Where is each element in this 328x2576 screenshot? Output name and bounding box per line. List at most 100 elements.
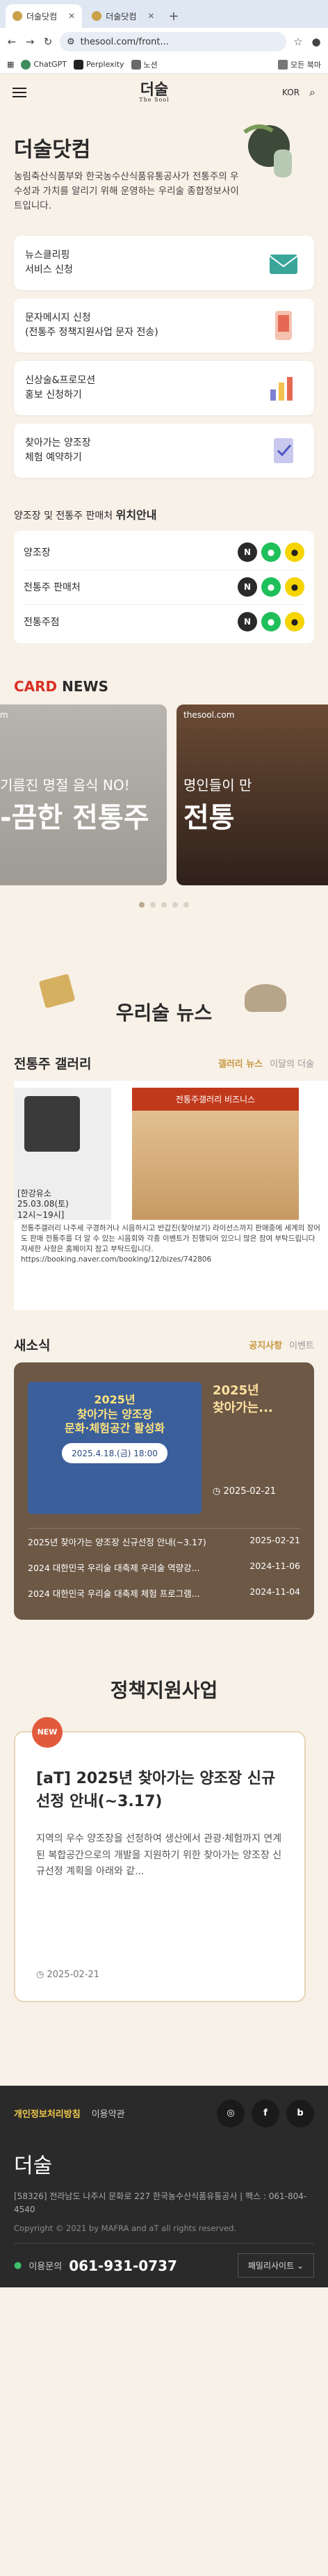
gallery-header: 전통주 갤러리 갤러리 뉴스 이달의 더술 bbox=[0, 1054, 328, 1072]
menu-promotion[interactable]: 신상술&프로모션 홍보 신청하기 bbox=[14, 360, 314, 415]
menu-icon[interactable] bbox=[13, 85, 26, 100]
cardnews-card[interactable]: thesool.com 명인들이 만 전통 bbox=[177, 704, 328, 885]
card-title: 전통 bbox=[183, 801, 235, 834]
notice-box: 2025년 찾아가는 양조장 문화·체험공간 활성화 2025.4.18.(금)… bbox=[14, 1362, 314, 1620]
address-bar-row: ← → ↻ ⚙ thesool.com/front... ☆ ● bbox=[0, 28, 328, 56]
bookmark-folder[interactable]: 모든 북마 bbox=[278, 59, 321, 70]
menu-label: 신상술&프로모션 홍보 신청하기 bbox=[25, 374, 96, 401]
card-subtitle: 기름진 명절 음식 NO! bbox=[0, 776, 130, 794]
naver-map-icon[interactable]: N bbox=[238, 542, 257, 562]
menu-news-clipping[interactable]: 뉴스클리핑 서비스 신청 bbox=[14, 235, 314, 290]
carousel-dot[interactable] bbox=[161, 901, 167, 908]
envelope-icon bbox=[264, 243, 303, 282]
tab-strip: 더술닷컴 ✕ 더술닷컴 ✕ + bbox=[0, 0, 328, 28]
close-tab-icon[interactable]: ✕ bbox=[68, 11, 75, 21]
bookmark-chatgpt[interactable]: ChatGPT bbox=[21, 59, 67, 70]
blog-icon[interactable]: b bbox=[286, 2099, 314, 2127]
bookmark-perplexity[interactable]: Perplexity bbox=[74, 59, 124, 70]
bookmark-label: Perplexity bbox=[86, 60, 124, 69]
reload-icon[interactable]: ↻ bbox=[42, 35, 54, 48]
instagram-icon[interactable]: ◎ bbox=[217, 2099, 245, 2127]
kakao-map-icon[interactable]: ● bbox=[261, 612, 281, 632]
google-map-icon[interactable]: ● bbox=[285, 542, 304, 562]
notice-item[interactable]: 2024 대한민국 우리술 대축제 체험 프로그램... 2024-11-04 bbox=[28, 1580, 300, 1606]
location-section-title: 양조장 및 전통주 판매처 위치안내 bbox=[14, 508, 157, 522]
notice-title: 새소식 bbox=[14, 1337, 51, 1353]
carousel-dot[interactable] bbox=[172, 901, 178, 908]
cardnews-title: CARD NEWS bbox=[14, 677, 108, 695]
folder-icon bbox=[278, 59, 288, 70]
location-row-shop: 전통주 판매처 N ● ● bbox=[24, 569, 304, 604]
close-tab-icon[interactable]: ✕ bbox=[147, 11, 154, 21]
language-select[interactable]: KOR bbox=[282, 88, 300, 97]
browser-tab-1[interactable]: 더술닷컴 ✕ bbox=[6, 4, 83, 28]
support-title: 정책지원사업 bbox=[110, 1678, 218, 1702]
bookmark-star-icon[interactable]: ☆ bbox=[292, 35, 304, 48]
support-card[interactable]: NEW [aT] 2025년 찾아가는 양조장 신규선정 안내(~3.17) 지… bbox=[14, 1716, 306, 2002]
bar-chart-icon bbox=[264, 369, 303, 408]
notice-item[interactable]: 2024 대한민국 우리술 대축제 우리술 역량강... 2024-11-06 bbox=[28, 1554, 300, 1580]
cardnews-card[interactable]: m 기름진 명절 음식 NO! -끔한 전통주 bbox=[0, 704, 167, 885]
browser-tab-2[interactable]: 더술닷컴 ✕ bbox=[85, 4, 161, 28]
book-deco-icon bbox=[38, 973, 76, 1008]
menu-sms-subscribe[interactable]: 문자메시지 신청 (전통주 정책지원사업 문자 전송) bbox=[14, 298, 314, 353]
news-section: 우리술 뉴스 bbox=[0, 908, 328, 1054]
carousel-dot[interactable] bbox=[183, 901, 189, 908]
privacy-link[interactable]: 개인정보처리방침 bbox=[14, 2109, 81, 2120]
search-icon[interactable]: ⌕ bbox=[309, 86, 315, 99]
location-label: 양조장 bbox=[24, 547, 51, 558]
carousel-dot[interactable] bbox=[139, 901, 145, 908]
notice-header: 새소식 공지사항 이벤트 bbox=[0, 1310, 328, 1362]
profile-icon[interactable]: ● bbox=[310, 35, 322, 48]
menu-label: 문자메시지 신청 (전통주 정책지원사업 문자 전송) bbox=[25, 312, 158, 338]
location-row-pub: 전통주점 N ● ● bbox=[24, 604, 304, 639]
facebook-icon[interactable]: f bbox=[252, 2099, 279, 2127]
carousel-dots bbox=[0, 901, 328, 908]
location-label: 전통주점 bbox=[24, 617, 60, 629]
hero-description: 농림축산식품부와 한국농수산식품유통공사가 전통주의 우수성과 가치를 알리기 … bbox=[14, 171, 239, 211]
menu-brewery-reserve[interactable]: 찾아가는 양조장 체험 예약하기 bbox=[14, 423, 314, 478]
poster-title: 2025년 찾아가는 양조장 문화·체험공간 활성화 bbox=[64, 1392, 165, 1435]
bookmark-label: 노션 bbox=[143, 60, 158, 70]
perplexity-icon bbox=[74, 59, 83, 70]
footer-logo: 더술 bbox=[14, 2153, 53, 2178]
new-tab-icon[interactable]: + bbox=[164, 9, 183, 28]
favicon-icon bbox=[92, 11, 102, 21]
gallery-text: 전통주갤러리 나주세 구경하거나 시음하시고 반갑진(찾아보기) 라이선스까지 … bbox=[21, 1223, 320, 1264]
tab-notice[interactable]: 공지사항 bbox=[249, 1338, 282, 1351]
bookmark-notion[interactable]: 노션 bbox=[131, 59, 158, 70]
gallery-banner: 전통주갤러리 비즈니스 bbox=[132, 1087, 299, 1111]
kakao-map-icon[interactable]: ● bbox=[261, 577, 281, 597]
naver-map-icon[interactable]: N bbox=[238, 577, 257, 597]
support-card-title: [aT] 2025년 찾아가는 양조장 신규선정 안내(~3.17) bbox=[36, 1769, 276, 1810]
naver-map-icon[interactable]: N bbox=[238, 612, 257, 632]
tab-event[interactable]: 이벤트 bbox=[289, 1338, 314, 1351]
card-site: thesool.com bbox=[183, 709, 235, 720]
site-logo[interactable]: 더술 The Sool bbox=[139, 82, 169, 103]
carousel-dot[interactable] bbox=[150, 901, 156, 908]
back-icon[interactable]: ← bbox=[6, 35, 18, 48]
menu-label: 찾아가는 양조장 체험 예약하기 bbox=[25, 437, 91, 463]
product-image bbox=[24, 1095, 80, 1152]
family-site-select[interactable]: 패밀리사이트 ⌄ bbox=[237, 2253, 314, 2278]
tab-gallery-news[interactable]: 갤러리 뉴스 bbox=[218, 1056, 263, 1070]
terms-link[interactable]: 이용약관 bbox=[92, 2109, 125, 2120]
clock-icon: ◷ bbox=[213, 1486, 221, 1497]
google-map-icon[interactable]: ● bbox=[285, 612, 304, 632]
tab-monthly-sool[interactable]: 이달의 더술 bbox=[270, 1056, 314, 1070]
tab-title: 더술닷컴 bbox=[26, 11, 58, 22]
google-map-icon[interactable]: ● bbox=[285, 577, 304, 597]
clock-icon: ◷ bbox=[36, 1969, 44, 1980]
forward-icon[interactable]: → bbox=[24, 35, 36, 48]
gallery-card[interactable]: [한강유소 25.03.08(토) 12시~19시] 전통주갤러리 비즈니스 전… bbox=[14, 1080, 328, 1310]
url-field[interactable]: ⚙ thesool.com/front... bbox=[60, 32, 286, 51]
notice-featured[interactable]: 2025년 찾아가는 양조장 문화·체험공간 활성화 2025.4.18.(금)… bbox=[28, 1381, 300, 1514]
apps-icon[interactable]: ▦ bbox=[7, 60, 14, 69]
site-info-icon[interactable]: ⚙ bbox=[67, 37, 75, 47]
poster-date: 2025.4.18.(금) 18:00 bbox=[62, 1443, 167, 1464]
kakao-map-icon[interactable]: ● bbox=[261, 542, 281, 562]
featured-title: 2025년 찾아가는... bbox=[213, 1383, 273, 1415]
notice-item[interactable]: 2025년 찾아가는 양조장 신규선정 안내(~3.17) 2025-02-21 bbox=[28, 1529, 300, 1554]
footer-address: [58326] 전라남도 나주시 문화로 227 한국농수산식품유통공사 | 팩… bbox=[14, 2191, 307, 2214]
card-subtitle: 명인들이 만 bbox=[183, 776, 252, 794]
